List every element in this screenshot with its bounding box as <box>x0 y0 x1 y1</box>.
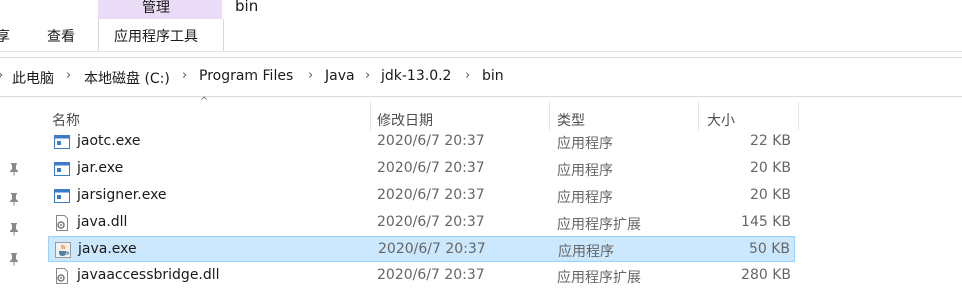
window-title: bin <box>235 0 259 15</box>
file-type: 应用程序 <box>557 190 613 206</box>
file-type: 应用程序 <box>558 244 614 260</box>
file-row[interactable]: javaaccessbridge.dll 2020/6/7 20:37 应用程序… <box>48 263 795 289</box>
java-cup-icon <box>55 242 71 258</box>
file-date: 2020/6/7 20:37 <box>377 267 485 283</box>
address-bar[interactable]: › 此电脑 › 本地磁盘 (C:) › Program Files › Java… <box>0 57 962 97</box>
file-name: java.dll <box>77 214 128 230</box>
file-name: jaotc.exe <box>77 133 141 149</box>
file-name: javaaccessbridge.dll <box>77 267 220 283</box>
breadcrumb-program-files[interactable]: Program Files <box>199 68 293 84</box>
column-divider[interactable] <box>698 102 699 130</box>
file-size: 280 KB <box>741 267 791 283</box>
file-size: 50 KB <box>748 241 790 257</box>
breadcrumb-bin[interactable]: bin <box>482 68 504 84</box>
pin-icon[interactable] <box>8 162 20 176</box>
column-divider[interactable] <box>370 102 371 130</box>
chevron-right-icon[interactable]: › <box>365 68 370 83</box>
ribbon-divider <box>0 51 962 52</box>
file-type: 应用程序扩展 <box>557 270 641 286</box>
file-date: 2020/6/7 20:37 <box>377 214 485 230</box>
file-date: 2020/6/7 20:37 <box>378 241 486 257</box>
file-name: jarsigner.exe <box>77 187 167 203</box>
chevron-right-icon[interactable]: › <box>0 68 3 83</box>
file-size: 145 KB <box>741 214 791 230</box>
exe-window-icon <box>54 135 70 149</box>
file-type: 应用程序 <box>557 163 613 179</box>
file-type: 应用程序扩展 <box>557 217 641 233</box>
file-type: 应用程序 <box>557 136 613 152</box>
manage-tab-header[interactable]: 管理 <box>98 0 222 19</box>
file-name: jar.exe <box>77 160 124 176</box>
column-type[interactable]: 类型 <box>557 110 585 130</box>
pin-icon[interactable] <box>8 222 20 236</box>
file-row[interactable]: java.dll 2020/6/7 20:37 应用程序扩展 145 KB <box>48 210 795 236</box>
manage-label: 管理 <box>142 0 170 16</box>
tab-app-tools[interactable]: 应用程序工具 <box>114 26 198 46</box>
column-header-row: 名称 修改日期 类型 大小 <box>0 97 962 131</box>
dll-gear-icon <box>56 215 68 231</box>
pin-icon[interactable] <box>8 192 20 206</box>
column-divider[interactable] <box>549 102 550 130</box>
column-size[interactable]: 大小 <box>707 110 735 130</box>
file-date: 2020/6/7 20:37 <box>377 160 485 176</box>
file-date: 2020/6/7 20:37 <box>377 133 485 149</box>
file-row[interactable]: jarsigner.exe 2020/6/7 20:37 应用程序 20 KB <box>48 183 795 209</box>
file-row[interactable]: jar.exe 2020/6/7 20:37 应用程序 20 KB <box>48 156 795 182</box>
file-size: 20 KB <box>749 160 791 176</box>
file-size: 20 KB <box>749 187 791 203</box>
breadcrumb-local-disk[interactable]: 本地磁盘 (C:) <box>84 68 170 88</box>
file-date: 2020/6/7 20:37 <box>377 187 485 203</box>
exe-window-icon <box>54 162 70 176</box>
breadcrumb-java[interactable]: Java <box>325 68 355 84</box>
column-name[interactable]: 名称 <box>52 110 80 130</box>
ribbon: 管理 bin 享 查看 应用程序工具 <box>0 0 962 52</box>
file-size: 22 KB <box>749 133 791 149</box>
tab-share[interactable]: 享 <box>0 26 10 46</box>
breadcrumb-jdk[interactable]: jdk-13.0.2 <box>381 68 451 84</box>
file-name: java.exe <box>78 241 137 257</box>
chevron-right-icon[interactable]: › <box>465 68 470 83</box>
pin-icon[interactable] <box>8 252 20 266</box>
chevron-right-icon[interactable]: › <box>308 68 313 83</box>
chevron-right-icon[interactable]: › <box>66 68 71 83</box>
column-divider[interactable] <box>798 102 799 130</box>
file-row[interactable]: jaotc.exe 2020/6/7 20:37 应用程序 22 KB <box>48 129 795 155</box>
breadcrumb-this-pc[interactable]: 此电脑 <box>12 68 54 88</box>
exe-window-icon <box>54 189 70 203</box>
tab-view[interactable]: 查看 <box>47 26 75 46</box>
column-date[interactable]: 修改日期 <box>377 110 433 130</box>
chevron-right-icon[interactable]: › <box>182 68 187 83</box>
file-row-selected[interactable]: java.exe 2020/6/7 20:37 应用程序 50 KB <box>48 236 795 262</box>
